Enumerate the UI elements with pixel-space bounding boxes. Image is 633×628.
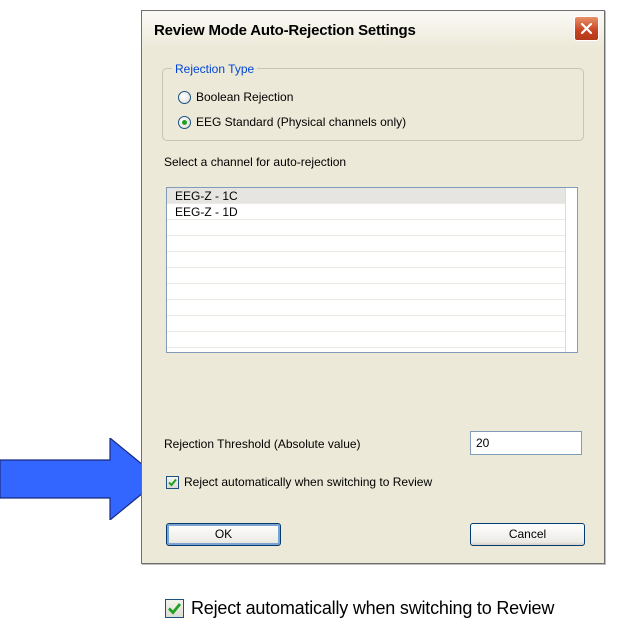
list-item[interactable]: EEG-Z - 1C bbox=[167, 188, 565, 204]
empty-list-row bbox=[167, 236, 565, 252]
auto-reject-option[interactable]: Reject automatically when switching to R… bbox=[166, 475, 432, 489]
radio-label: Boolean Rejection bbox=[196, 90, 294, 104]
zoomed-auto-reject-label: Reject automatically when switching to R… bbox=[191, 598, 555, 618]
empty-list-row bbox=[167, 316, 565, 332]
checkmark-icon bbox=[168, 603, 182, 615]
zoomed-auto-reject-option: Reject automatically when switching to R… bbox=[165, 598, 554, 619]
ok-button[interactable]: OK bbox=[166, 523, 281, 546]
list-column-separator bbox=[565, 188, 566, 352]
title-bar: Review Mode Auto-Rejection Settings bbox=[142, 11, 604, 49]
list-item[interactable]: EEG-Z - 1D bbox=[167, 204, 565, 220]
empty-list-row bbox=[167, 268, 565, 284]
zoomed-checkbox bbox=[165, 599, 184, 618]
close-icon bbox=[580, 22, 593, 35]
empty-list-row bbox=[167, 332, 565, 348]
empty-list-row bbox=[167, 252, 565, 268]
channel-listbox[interactable]: EEG-Z - 1C EEG-Z - 1D bbox=[166, 187, 578, 353]
callout-arrow-icon bbox=[0, 438, 160, 520]
dialog-title: Review Mode Auto-Rejection Settings bbox=[154, 22, 416, 39]
radio-boolean-rejection[interactable]: Boolean Rejection bbox=[178, 88, 293, 106]
radio-eeg-standard[interactable]: EEG Standard (Physical channels only) bbox=[178, 113, 406, 131]
radio-button[interactable] bbox=[178, 90, 191, 104]
empty-list-row bbox=[167, 300, 565, 316]
radio-label: EEG Standard (Physical channels only) bbox=[196, 115, 407, 129]
channel-select-label: Select a channel for auto-rejection bbox=[164, 155, 347, 169]
radio-button-selected[interactable] bbox=[178, 115, 191, 129]
close-button[interactable] bbox=[574, 16, 599, 41]
checkmark-icon bbox=[168, 478, 177, 486]
empty-list-row bbox=[167, 284, 565, 300]
cancel-button[interactable]: Cancel bbox=[470, 523, 585, 546]
empty-list-row bbox=[167, 220, 565, 236]
auto-reject-checkbox[interactable] bbox=[166, 475, 179, 489]
auto-rejection-dialog: Review Mode Auto-Rejection Settings Reje… bbox=[141, 10, 605, 564]
threshold-label: Rejection Threshold (Absolute value) bbox=[164, 437, 361, 451]
auto-reject-label: Reject automatically when switching to R… bbox=[184, 475, 433, 489]
rejection-type-legend: Rejection Type bbox=[172, 62, 258, 76]
threshold-input[interactable] bbox=[470, 431, 582, 455]
